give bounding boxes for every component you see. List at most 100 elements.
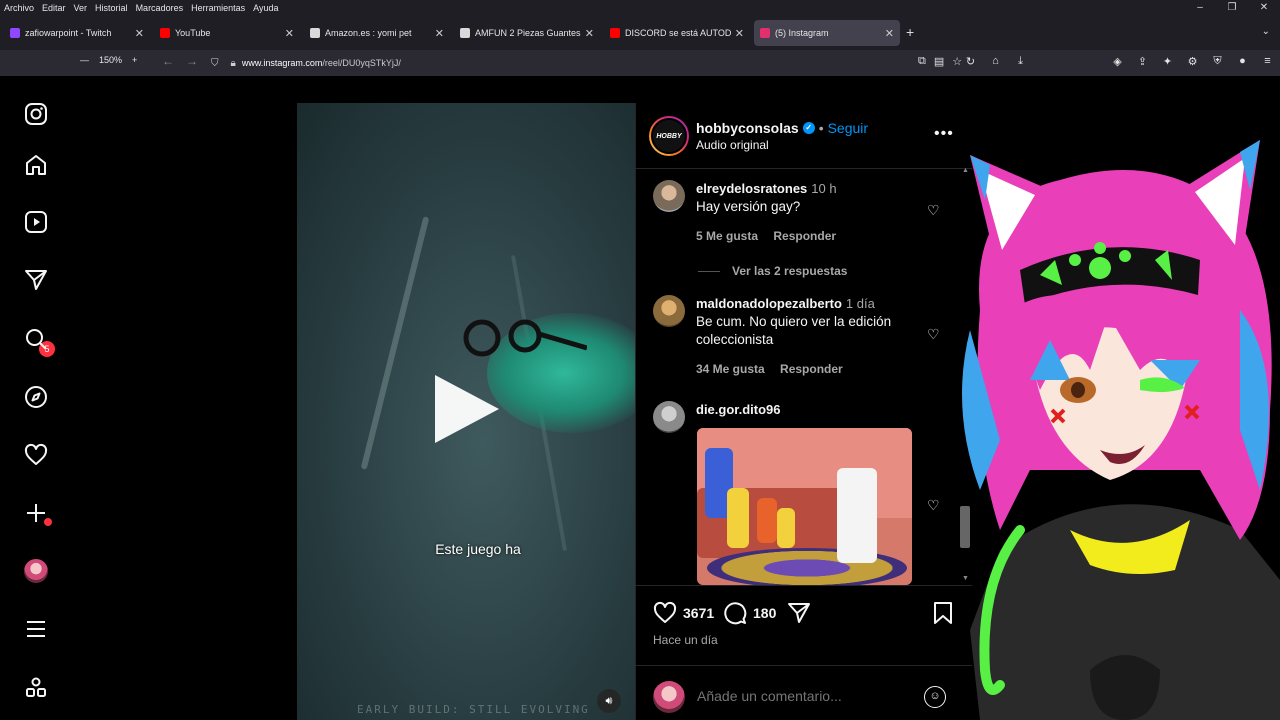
share-icon[interactable] bbox=[787, 601, 811, 625]
close-tab-icon[interactable]: ✕ bbox=[135, 27, 144, 40]
menu-historial[interactable]: Historial bbox=[91, 3, 132, 13]
comment-gif[interactable] bbox=[697, 428, 912, 585]
tab-youtube[interactable]: YouTube ✕ bbox=[154, 20, 300, 46]
vtuber-avatar-overlay bbox=[962, 140, 1280, 720]
apps-grid-icon[interactable] bbox=[22, 674, 50, 702]
like-action[interactable]: 3671 bbox=[653, 601, 714, 625]
add-comment-input[interactable] bbox=[697, 688, 917, 704]
search-icon[interactable] bbox=[22, 325, 50, 353]
restore-icon[interactable]: ❐ bbox=[1216, 0, 1248, 16]
comment-icon[interactable] bbox=[723, 601, 747, 625]
url-bar[interactable]: ⛉ 🔒︎ www.instagram.com /reel/DU0yqSTkYjJ… bbox=[205, 53, 915, 73]
reels-icon[interactable] bbox=[22, 208, 50, 236]
create-plus-icon[interactable] bbox=[22, 499, 50, 527]
back-icon[interactable]: ← bbox=[162, 54, 174, 68]
close-tab-icon[interactable]: ✕ bbox=[435, 27, 444, 40]
tab-amfun[interactable]: AMFUN 2 Piezas Guantes para ✕ bbox=[454, 20, 600, 46]
separator-dot: • bbox=[818, 120, 824, 136]
close-tab-icon[interactable]: ✕ bbox=[585, 27, 594, 40]
close-tab-icon[interactable]: ✕ bbox=[285, 27, 294, 40]
menu-herramientas[interactable]: Herramientas bbox=[187, 3, 249, 13]
reply-button[interactable]: Responder bbox=[773, 229, 836, 243]
minimize-icon[interactable]: – bbox=[1184, 0, 1216, 16]
view-replies-button[interactable]: Ver las 2 respuestas bbox=[698, 264, 847, 278]
menu-icon[interactable]: ≡ bbox=[1261, 55, 1274, 68]
close-window-icon[interactable]: ✕ bbox=[1248, 0, 1280, 16]
settings-icon[interactable]: ⚙ bbox=[1186, 55, 1199, 68]
new-tab-icon[interactable]: + bbox=[906, 24, 914, 40]
username-text[interactable]: elreydelosratones bbox=[696, 181, 807, 196]
likes-count: 3671 bbox=[683, 605, 715, 621]
video-subtitle: Este juego ha bbox=[435, 541, 521, 557]
reply-button[interactable]: Responder bbox=[780, 362, 843, 376]
share-action[interactable] bbox=[787, 601, 811, 625]
extension-icon[interactable]: ◈ bbox=[1111, 55, 1124, 68]
instagram-logo-icon[interactable] bbox=[22, 100, 50, 128]
menu-ver[interactable]: Ver bbox=[70, 3, 92, 13]
bookmark-star-icon[interactable]: ☆ bbox=[952, 55, 962, 68]
home-icon[interactable]: ⌂ bbox=[989, 55, 1002, 68]
comment-username[interactable]: maldonadolopezalberto 1 día bbox=[696, 296, 875, 311]
chevron-down-icon[interactable]: ⌄ bbox=[1262, 26, 1270, 37]
commenter-avatar[interactable] bbox=[653, 180, 685, 212]
like-comment-icon[interactable]: ♡ bbox=[927, 202, 940, 219]
tab-title: Amazon.es : yomi pet bbox=[325, 28, 412, 38]
follow-button[interactable]: Seguir bbox=[828, 120, 868, 136]
author-username[interactable]: hobbyconsolas bbox=[696, 120, 799, 136]
messages-icon[interactable] bbox=[22, 266, 50, 294]
picture-in-picture-icon[interactable]: ⧉ bbox=[918, 55, 926, 68]
more-menu-icon[interactable] bbox=[22, 615, 50, 643]
url-actions: ⧉ ▤ ☆ bbox=[918, 55, 962, 68]
comments-count: 180 bbox=[753, 605, 777, 621]
audio-link[interactable]: Audio original bbox=[696, 138, 769, 152]
close-tab-icon[interactable]: ✕ bbox=[885, 27, 894, 40]
heart-icon[interactable] bbox=[653, 601, 677, 625]
explore-icon[interactable] bbox=[22, 383, 50, 411]
tab-twitch[interactable]: zafiowarpoint - Twitch ✕ bbox=[4, 20, 150, 46]
comment-username[interactable]: elreydelosratones 10 h bbox=[696, 181, 837, 196]
username-text[interactable]: maldonadolopezalberto bbox=[696, 296, 842, 311]
video-watermark: EARLY BUILD: STILL EVOLVING bbox=[357, 703, 590, 716]
lock-icon[interactable]: 🔒︎ bbox=[231, 58, 236, 69]
volume-icon[interactable]: 🔊︎ bbox=[597, 689, 621, 713]
view-replies-label: Ver las 2 respuestas bbox=[732, 264, 848, 278]
navigation-bar: — 150% + ← → ⛉ 🔒︎ www.instagram.com /ree… bbox=[0, 50, 1280, 76]
menu-archivo[interactable]: Archivo bbox=[0, 3, 38, 13]
comment-username[interactable]: die.gor.dito96 bbox=[696, 402, 781, 417]
comment-likes[interactable]: 5 Me gusta bbox=[696, 229, 758, 243]
home-icon[interactable] bbox=[22, 151, 50, 179]
tab-amazon[interactable]: Amazon.es : yomi pet ✕ bbox=[304, 20, 450, 46]
share-icon[interactable]: ⇪ bbox=[1136, 55, 1149, 68]
download-icon[interactable]: ⤓ bbox=[1014, 55, 1027, 68]
comment-action[interactable]: 180 bbox=[723, 601, 776, 625]
comment-likes[interactable]: 34 Me gusta bbox=[696, 362, 765, 376]
account-icon[interactable]: ● bbox=[1236, 55, 1249, 68]
menu-editar[interactable]: Editar bbox=[38, 3, 70, 13]
account-avatar[interactable]: HOBBY bbox=[649, 116, 689, 156]
close-tab-icon[interactable]: ✕ bbox=[735, 27, 744, 40]
shield-icon[interactable]: ⛉ bbox=[211, 58, 219, 69]
zoom-level[interactable]: 150% bbox=[99, 55, 122, 65]
tab-instagram[interactable]: (5) Instagram ✕ bbox=[754, 20, 900, 46]
commenter-avatar[interactable] bbox=[653, 401, 685, 433]
forward-icon[interactable]: → bbox=[186, 54, 198, 68]
post-author: hobbyconsolas ✓ • Seguir bbox=[696, 120, 868, 136]
menu-marcadores[interactable]: Marcadores bbox=[132, 3, 188, 13]
reader-view-icon[interactable]: ▤ bbox=[934, 55, 944, 68]
zoom-in-icon[interactable]: + bbox=[132, 55, 137, 65]
puzzle-icon[interactable]: ✦ bbox=[1161, 55, 1174, 68]
tab-discord-video[interactable]: DISCORD se está AUTODESTRUY ✕ bbox=[604, 20, 750, 46]
notifications-heart-icon[interactable] bbox=[22, 441, 50, 469]
play-icon[interactable] bbox=[435, 375, 499, 443]
reel-video[interactable]: Este juego ha EARLY BUILD: STILL EVOLVIN… bbox=[297, 103, 635, 720]
zoom-out-icon[interactable]: — bbox=[80, 55, 89, 65]
shield-extension-icon[interactable]: ⛨ bbox=[1211, 55, 1224, 68]
commenter-avatar[interactable] bbox=[653, 295, 685, 327]
like-comment-icon[interactable]: ♡ bbox=[927, 326, 940, 343]
menu-ayuda[interactable]: Ayuda bbox=[249, 3, 282, 13]
window-controls: – ❐ ✕ bbox=[1184, 0, 1280, 16]
like-comment-icon[interactable]: ♡ bbox=[927, 497, 940, 514]
profile-avatar[interactable] bbox=[22, 557, 50, 585]
post-header: HOBBY hobbyconsolas ✓ • Seguir Audio ori… bbox=[636, 103, 972, 169]
reload-icon[interactable]: ↻ bbox=[964, 55, 977, 68]
